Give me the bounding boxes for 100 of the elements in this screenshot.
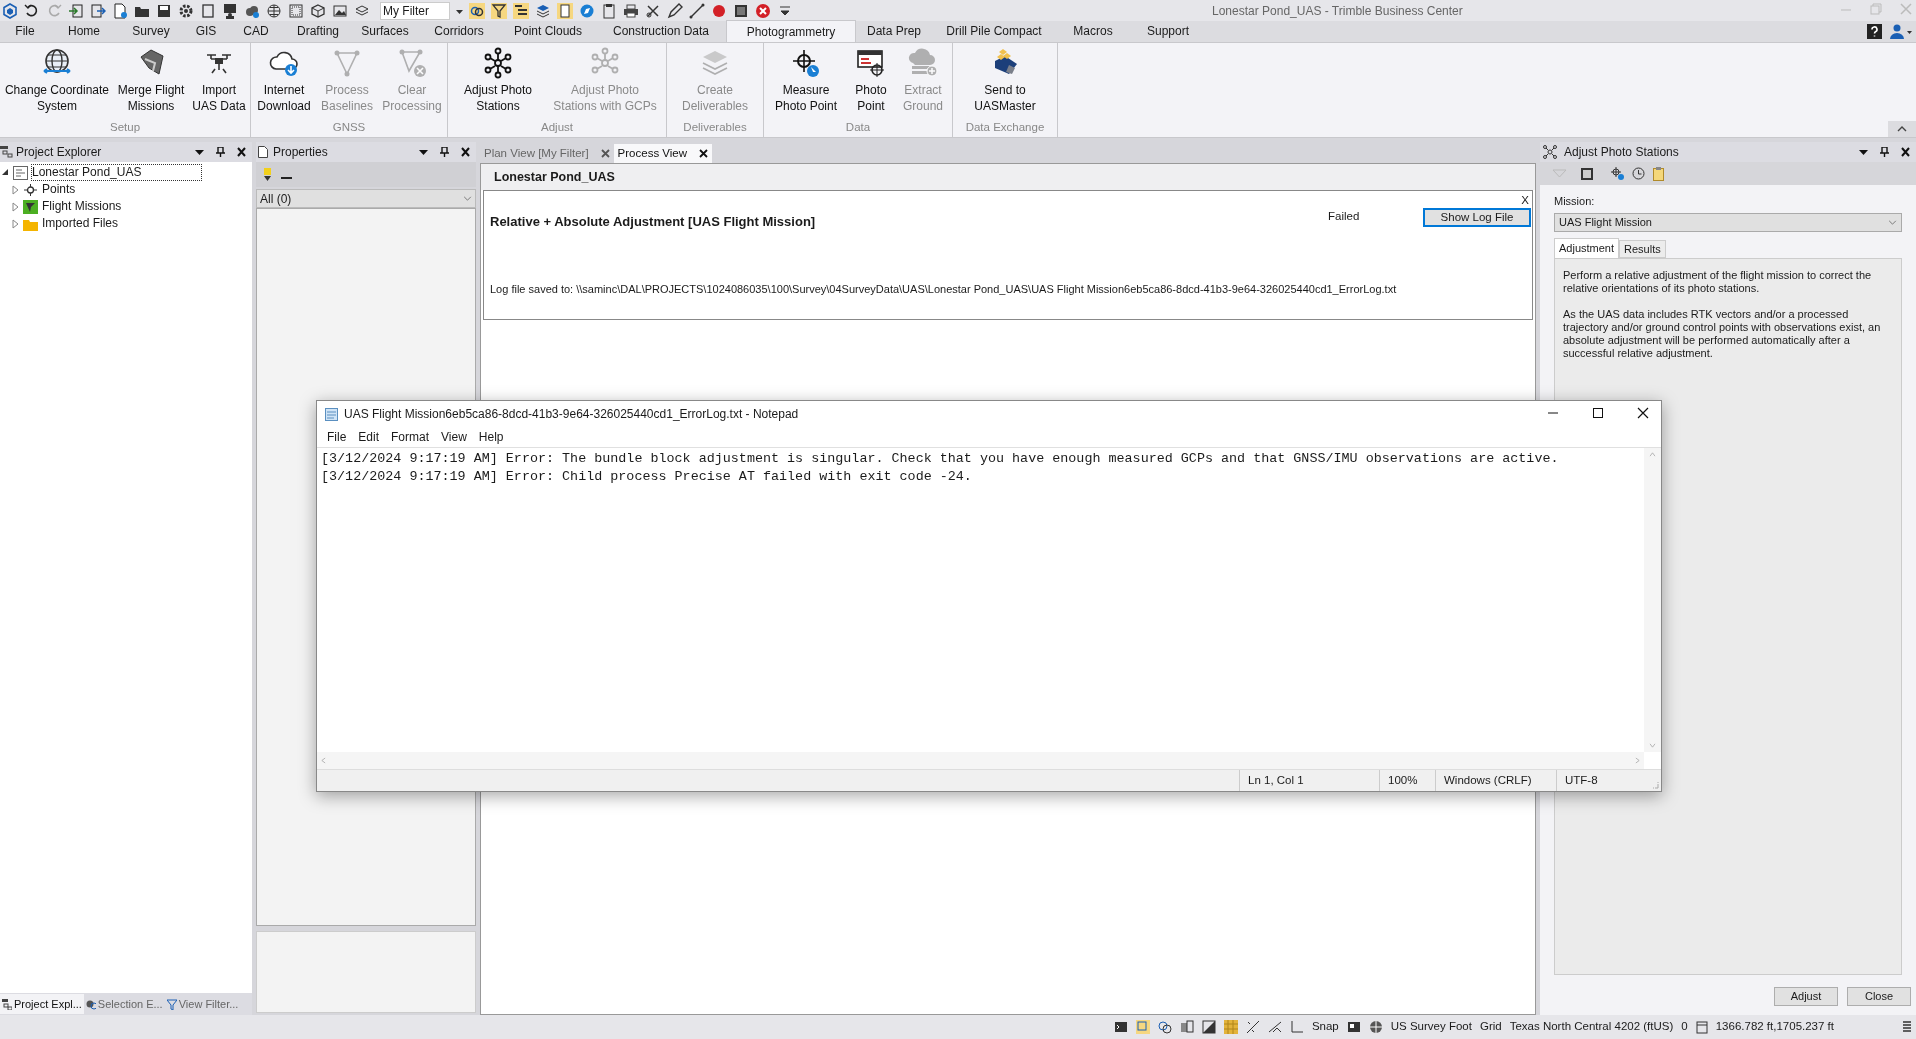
mission-dropdown[interactable]: UAS Flight Mission — [1554, 212, 1902, 232]
menu-item[interactable]: Edit — [353, 428, 385, 446]
stack-icon[interactable] — [535, 2, 551, 19]
import-icon[interactable] — [68, 2, 84, 19]
cube-icon[interactable] — [310, 2, 326, 19]
dismiss-button[interactable]: X — [1521, 195, 1529, 207]
settings-icon[interactable] — [178, 2, 194, 19]
printer-icon[interactable] — [623, 2, 639, 19]
menu-icon[interactable] — [1902, 1020, 1912, 1034]
show-log-file-button[interactable]: Show Log File — [1423, 208, 1531, 227]
tree-item[interactable]: Imported Files — [42, 216, 119, 231]
dropdown-icon[interactable] — [1859, 147, 1868, 157]
menu-tab[interactable]: Construction Data — [596, 20, 726, 42]
menu-tab[interactable]: Surfaces — [352, 20, 418, 42]
close-icon[interactable] — [237, 147, 246, 157]
menu-tab[interactable]: Support — [1130, 20, 1206, 42]
menu-tab[interactable]: Data Prep — [856, 20, 932, 42]
presenter-icon[interactable] — [222, 2, 238, 19]
close-tab-icon[interactable] — [699, 149, 709, 158]
clipboard-icon[interactable] — [601, 2, 617, 19]
new-file-icon[interactable] — [112, 2, 128, 19]
menu-tab[interactable]: Drafting — [284, 20, 352, 42]
ribbon-button[interactable]: Import UAS Data — [190, 47, 248, 119]
ribbon-button[interactable]: Adjust Photo Stations — [450, 47, 546, 119]
panel-tab[interactable]: Project Expl... — [0, 994, 84, 1014]
frame-icon[interactable] — [288, 2, 304, 19]
pin-icon[interactable] — [440, 147, 449, 157]
panel-tab[interactable]: Results — [1619, 239, 1666, 258]
panel-tab[interactable]: View Filter... — [164, 994, 241, 1014]
export-icon[interactable] — [90, 2, 106, 19]
close-icon[interactable] — [1901, 147, 1910, 157]
save-icon[interactable] — [156, 2, 172, 19]
menu-tab[interactable]: Corridors — [418, 20, 500, 42]
menu-item[interactable]: Help — [473, 428, 509, 446]
lightbulb-icon[interactable] — [264, 168, 271, 181]
record-icon[interactable] — [711, 2, 727, 19]
menu-item[interactable]: View — [436, 428, 472, 446]
tree-item[interactable]: Points — [42, 182, 76, 197]
resize-grip-icon[interactable] — [1651, 781, 1659, 789]
pin-icon[interactable] — [1880, 147, 1889, 157]
menu-tab[interactable]: Home — [50, 20, 118, 42]
menu-tab[interactable]: Survey — [118, 20, 184, 42]
ribbon-button[interactable]: Photo Point — [846, 47, 896, 119]
expand-toggle-icon[interactable] — [11, 183, 19, 196]
ribbon-button[interactable]: Send to UASMaster — [955, 47, 1055, 119]
dialog-button[interactable]: Close — [1847, 987, 1911, 1006]
snap-line-icon[interactable] — [1245, 1020, 1260, 1034]
pen-icon[interactable] — [667, 2, 683, 19]
dropdown-icon[interactable] — [195, 147, 204, 157]
collapse-ribbon-button[interactable] — [1897, 126, 1907, 132]
menu-tab[interactable]: Photogrammetry — [726, 20, 856, 42]
undo-icon[interactable] — [24, 2, 40, 19]
help-icon[interactable] — [1867, 24, 1882, 39]
angle-icon[interactable] — [1267, 1020, 1282, 1034]
stack-icon[interactable] — [1179, 1020, 1194, 1034]
calendar-icon[interactable] — [1695, 1020, 1708, 1034]
expand-toggle-icon[interactable] — [11, 200, 19, 213]
close-icon[interactable] — [461, 147, 470, 157]
ribbon-button[interactable]: Merge Flight Missions — [112, 47, 190, 119]
globe-icon[interactable] — [1368, 1020, 1383, 1034]
close-button[interactable] — [1637, 407, 1649, 419]
contrast-icon[interactable] — [1201, 1020, 1216, 1034]
menu-tab[interactable]: CAD — [228, 20, 284, 42]
compass-icon[interactable] — [579, 2, 595, 19]
menu-tab[interactable]: Drill Pile Compact — [932, 20, 1056, 42]
console-icon[interactable] — [1581, 167, 1593, 180]
tree-item[interactable]: Flight Missions — [42, 199, 122, 214]
tree-node-icon[interactable] — [13, 165, 28, 180]
scissors-icon[interactable] — [645, 2, 661, 19]
menu-item[interactable]: File — [322, 428, 352, 446]
ribbon-button[interactable]: Internet Download — [253, 47, 315, 119]
menu-tab[interactable]: Point Clouds — [500, 20, 596, 42]
tree-node-icon[interactable] — [23, 199, 38, 214]
dropdown-icon[interactable] — [419, 147, 428, 157]
ribbon-button[interactable]: Measure Photo Point — [766, 47, 846, 119]
map-icon[interactable] — [1157, 1020, 1172, 1034]
tree-item[interactable]: Lonestar Pond_UAS — [32, 165, 202, 180]
globe-icon[interactable] — [266, 2, 282, 19]
dialog-button[interactable]: Adjust — [1774, 987, 1838, 1006]
tree-node-icon[interactable] — [23, 182, 38, 197]
menu-tab[interactable]: Macros — [1056, 20, 1130, 42]
image-icon[interactable] — [1346, 1020, 1361, 1034]
panel-tab[interactable]: Selection E... — [83, 994, 165, 1014]
menu-item[interactable]: Format — [386, 428, 435, 446]
stop-icon[interactable] — [733, 2, 749, 19]
expand-toggle-icon[interactable] — [11, 217, 19, 230]
clipboard-icon[interactable] — [1653, 166, 1664, 181]
document-tab[interactable]: Plan View [My Filter] — [480, 144, 614, 163]
filter-dropdown[interactable]: My Filter — [380, 1, 450, 20]
document-tab[interactable]: Process View — [613, 144, 713, 163]
app-icon[interactable] — [2, 2, 18, 19]
page-icon[interactable] — [200, 2, 216, 19]
line-icon[interactable] — [689, 2, 705, 19]
user-icon[interactable] — [1890, 24, 1912, 39]
sheet-icon[interactable] — [557, 2, 573, 19]
filter-dropdown[interactable]: All (0) — [256, 189, 476, 208]
pin-icon[interactable] — [216, 147, 225, 157]
image-icon[interactable] — [332, 2, 348, 19]
menu-tab[interactable]: GIS — [184, 20, 228, 42]
selection-icon[interactable] — [469, 2, 485, 19]
